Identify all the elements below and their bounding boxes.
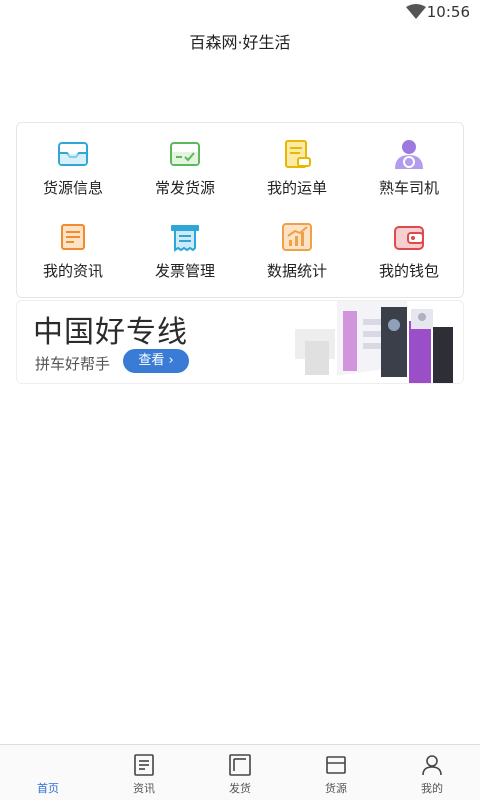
tab-news[interactable]: 资讯 — [96, 745, 192, 800]
status-time: 10:56 — [426, 3, 470, 21]
grid-item-my-news[interactable]: 我的资讯 — [17, 212, 129, 295]
status-bar: 10:56 — [0, 0, 480, 24]
grid-item-label: 货源信息 — [42, 179, 103, 197]
grid-item-label: 我的钱包 — [378, 262, 439, 280]
grid-item-label: 我的资讯 — [42, 262, 103, 280]
waybill-icon — [285, 140, 311, 168]
ship-icon — [229, 754, 251, 776]
news-icon — [61, 224, 85, 250]
grid-item-my-waybill[interactable]: 我的运单 — [241, 129, 353, 212]
banner-title: 中国好专线 — [33, 315, 188, 350]
grid-item-label: 常发货源 — [154, 179, 215, 197]
bottom-tab-bar: 首页 资讯 发货 货源 我的 — [0, 744, 480, 800]
grid-item-my-wallet[interactable]: 我的钱包 — [353, 212, 465, 295]
tab-label: 发货 — [229, 782, 251, 795]
checked-box-icon — [170, 142, 200, 166]
banner-subtitle: 拼车好帮手 — [35, 355, 111, 373]
grid-item-label: 我的运单 — [266, 179, 327, 197]
grid-item-cargo-info[interactable]: 货源信息 — [17, 129, 129, 212]
app-header: 百森网·好生活 — [0, 28, 480, 58]
grid-item-label: 数据统计 — [266, 262, 327, 280]
grid-item-label: 发票管理 — [154, 262, 215, 280]
grid-item-label: 熟车司机 — [378, 179, 439, 197]
banner-illustration — [295, 301, 453, 383]
tab-label: 货源 — [325, 782, 347, 795]
tab-label: 资讯 — [133, 782, 155, 795]
function-grid: 货源信息 常发货源 我的运单 熟车司机 我的资讯 发票管理 数据统计 我的钱包 — [16, 122, 464, 298]
tab-cargo[interactable]: 货源 — [288, 745, 384, 800]
profile-icon — [422, 755, 442, 776]
grid-item-frequent-cargo[interactable]: 常发货源 — [129, 129, 241, 212]
tab-label: 我的 — [421, 782, 443, 795]
wallet-icon — [394, 226, 424, 250]
page-title: 百森网·好生活 — [189, 33, 291, 52]
promo-banner[interactable]: 中国好专线 拼车好帮手 查看 › — [16, 300, 464, 384]
news-icon — [134, 754, 154, 776]
tab-profile[interactable]: 我的 — [384, 745, 480, 800]
tab-label: 首页 — [37, 782, 59, 795]
cargo-icon — [326, 756, 346, 774]
grid-item-invoice-management[interactable]: 发票管理 — [129, 212, 241, 295]
tab-home[interactable]: 首页 — [0, 745, 96, 800]
invoice-icon — [171, 225, 199, 252]
inbox-icon — [58, 142, 88, 166]
banner-view-button[interactable]: 查看 › — [123, 349, 189, 373]
wifi-icon — [406, 4, 426, 19]
grid-item-data-statistics[interactable]: 数据统计 — [241, 212, 353, 295]
chart-icon — [282, 223, 312, 251]
driver-icon — [395, 140, 423, 169]
grid-item-familiar-driver[interactable]: 熟车司机 — [353, 129, 465, 212]
tab-ship[interactable]: 发货 — [192, 745, 288, 800]
